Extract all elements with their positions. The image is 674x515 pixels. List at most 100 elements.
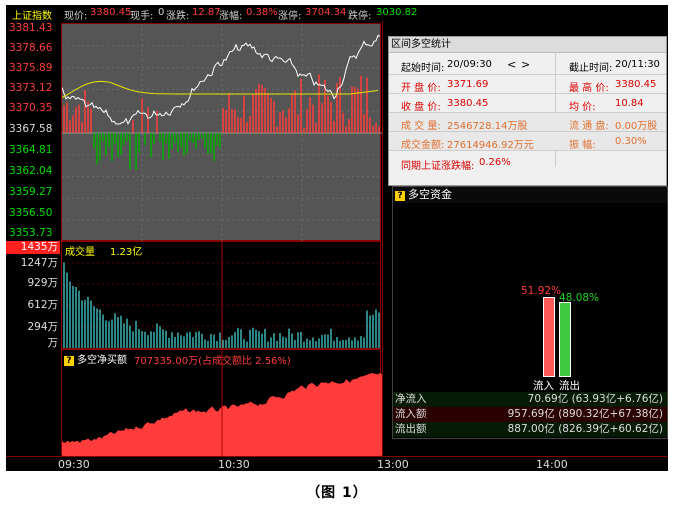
end-value[interactable]: 20/11:30 xyxy=(615,59,660,70)
volume-value: 1.23亿 xyxy=(110,247,143,258)
price-tick: 3356.50 xyxy=(9,207,53,219)
index-name[interactable]: 上证指数 xyxy=(12,7,52,22)
vol-label: 成 交 量: xyxy=(401,121,441,132)
float-value: 0.00万股 xyxy=(615,121,658,132)
net-title: 多空净买额 xyxy=(77,355,127,366)
same-label: 同期上证涨跌幅: xyxy=(401,161,475,172)
change-value: 12.87 xyxy=(192,7,221,18)
price-tick: 3364.81 xyxy=(9,144,53,156)
flow-title: 多空资金 xyxy=(408,188,452,201)
row-value: 887.00亿 (826.39亿+60.62亿) xyxy=(507,423,663,435)
limit-up-label: 涨停: xyxy=(278,11,302,22)
volume-title: 成交量 xyxy=(65,247,95,258)
amount-value: 27614946.92万元 xyxy=(447,140,534,151)
amp-label: 振 幅: xyxy=(569,140,596,151)
time-tick: 10:30 xyxy=(218,458,250,471)
time-row: 起始时间: 20/09:30 < > 截止时间: 20/11:30 xyxy=(389,53,666,75)
now-label: 现价: xyxy=(64,11,88,22)
open-label: 开 盘 价: xyxy=(401,83,441,94)
outflow-bar xyxy=(559,302,571,377)
limit-down-label: 跌停: xyxy=(348,11,372,22)
inflow-bar xyxy=(543,296,555,377)
next-arrow-icon[interactable]: > xyxy=(521,58,530,71)
price-tick: 3378.66 xyxy=(9,42,53,54)
time-tick: 13:00 xyxy=(377,458,409,471)
avg-value: 10.84 xyxy=(615,98,644,109)
amount-label: 成交金额: xyxy=(401,140,445,151)
help-icon[interactable]: ? xyxy=(64,356,74,366)
time-axis: 09:30 10:30 13:00 14:00 xyxy=(6,456,668,471)
start-value[interactable]: 20/09:30 xyxy=(447,59,492,70)
close-label: 收 盘 价: xyxy=(401,102,441,113)
high-label: 最 高 价: xyxy=(569,83,609,94)
time-tick: 09:30 xyxy=(58,458,90,471)
limit-down-value: 3030.82 xyxy=(376,7,418,18)
row-key: 净流入 xyxy=(395,393,427,405)
volume-tick: 294万 xyxy=(27,321,58,333)
price-tick: 3359.27 xyxy=(9,186,53,198)
price-tick: 3375.89 xyxy=(9,62,53,74)
amount-amp-row: 成交金额: 27614946.92万元 振 幅: 0.30% xyxy=(389,132,666,151)
price-tick: 3353.73 xyxy=(9,227,53,239)
avg-label: 均 价: xyxy=(569,102,596,113)
open-value: 3371.69 xyxy=(447,79,489,90)
end-label: 截止时间: xyxy=(569,63,613,74)
quote-header: 上证指数 现价: 3380.45 现手: 0 涨跌: 12.87 涨幅: 0.3… xyxy=(6,5,668,22)
prev-arrow-icon[interactable]: < xyxy=(507,58,516,71)
range-stats-dialog[interactable]: 区间多空统计 起始时间: 20/09:30 < > 截止时间: 20/11:30… xyxy=(388,36,667,186)
high-value: 3380.45 xyxy=(615,79,657,90)
change-label: 涨跌: xyxy=(166,11,190,22)
dialog-title: 区间多空统计 xyxy=(389,37,666,53)
outflow-amount-row: 流出额 887.00亿 (826.39亿+60.62亿) xyxy=(393,422,667,437)
price-tick: 3370.35 xyxy=(9,102,53,114)
price-tick: 3381.43 xyxy=(9,22,53,34)
row-value: 70.69亿 (63.93亿+6.76亿) xyxy=(527,393,663,405)
volume-tick: 612万 xyxy=(27,299,58,311)
hand-label: 现手: xyxy=(130,11,154,22)
limit-up-value: 3704.34 xyxy=(305,7,347,18)
float-label: 流 通 盘: xyxy=(569,121,609,132)
price-panel[interactable] xyxy=(61,23,382,242)
row-key: 流入额 xyxy=(395,408,427,420)
volume-max-badge: 1435万 xyxy=(6,241,60,254)
price-tick: 3367.58 xyxy=(9,123,53,135)
inflow-label: 流入 xyxy=(533,380,554,392)
net-buy-panel[interactable]: ? 多空净买额 707335.00万(占成交额比 2.56%) xyxy=(61,349,382,456)
same-value: 0.26% xyxy=(479,157,511,168)
now-value: 3380.45 xyxy=(90,7,132,18)
volume-float-row: 成 交 量: 2546728.14万股 流 通 盘: 0.00万股 xyxy=(389,113,666,132)
volume-chart xyxy=(62,242,382,350)
close-avg-row: 收 盘 价: 3380.45 均 价: 10.84 xyxy=(389,94,666,113)
inflow-amount-row: 流入额 957.69亿 (890.32亿+67.38亿) xyxy=(393,407,667,422)
volume-tick: 1247万 xyxy=(20,257,58,269)
pct-value: 0.38% xyxy=(246,7,278,18)
time-tick: 14:00 xyxy=(536,458,568,471)
price-line xyxy=(62,34,381,125)
figure-caption: （图 1） xyxy=(306,485,368,501)
price-tick: 3373.12 xyxy=(9,82,53,94)
net-inflow-row: 净流入 70.69亿 (63.93亿+6.76亿) xyxy=(393,392,667,407)
vol-value: 2546728.14万股 xyxy=(447,121,528,132)
row-key: 流出额 xyxy=(395,423,427,435)
average-line xyxy=(62,80,379,98)
outflow-label: 流出 xyxy=(559,380,580,392)
hand-value: 0 xyxy=(158,7,165,18)
inflow-percent: 51.92% xyxy=(521,285,562,297)
volume-panel[interactable]: 成交量 1.23亿 xyxy=(61,241,382,350)
volume-tick: 万 xyxy=(47,337,59,349)
amp-value: 0.30% xyxy=(615,136,647,147)
same-period-row: 同期上证涨跌幅: 0.26% xyxy=(389,151,666,173)
open-high-row: 开 盘 价: 3371.69 最 高 价: 3380.45 xyxy=(389,75,666,94)
pct-label: 涨幅: xyxy=(219,11,243,22)
flow-title-bar: ? 多空资金 xyxy=(393,187,667,203)
price-tick: 3362.04 xyxy=(9,165,53,177)
start-label: 起始时间: xyxy=(401,63,445,74)
money-flow-panel[interactable]: ? 多空资金 51.92% 48.08% 流入 流出 净流入 70.69亿 (63… xyxy=(392,186,668,439)
volume-tick: 929万 xyxy=(27,277,58,289)
net-value: 707335.00万(占成交额比 2.56%) xyxy=(134,356,291,367)
price-chart xyxy=(62,24,382,242)
net-title-wrap: ? 多空净买额 xyxy=(64,351,127,366)
row-value: 957.69亿 (890.32亿+67.38亿) xyxy=(507,408,663,420)
close-value: 3380.45 xyxy=(447,98,489,109)
help-icon[interactable]: ? xyxy=(395,191,405,201)
